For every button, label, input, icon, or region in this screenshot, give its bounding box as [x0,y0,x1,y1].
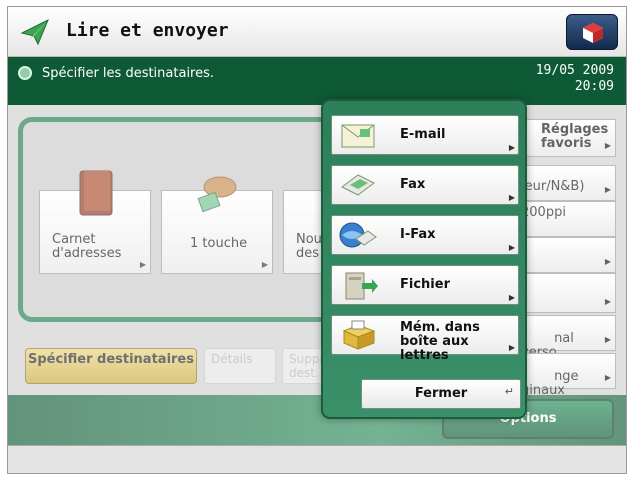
modal-overlay [8,105,626,445]
fax-label: Fax [400,177,426,192]
email-label: E-mail [400,127,446,142]
date-text: 19/05 2009 [535,63,614,78]
ifax-label: I-Fax [400,227,436,242]
close-label: Fermer [414,386,468,401]
file-label: Fichier [400,277,450,292]
info-bullet-icon [18,66,32,80]
new-destination-popup: E-mail ▶ Fax ▶ I-Fax ▶ Fichier ▶ Mém. da… [321,99,527,419]
system-monitor-button[interactable] [566,14,618,50]
status-bar [8,445,626,473]
email-icon [341,124,375,148]
arrow-icon: ▶ [508,343,515,352]
time-text: 20:09 [574,79,614,94]
popup-item-ifax[interactable]: I-Fax ▶ [331,215,519,255]
arrow-icon: ▶ [508,143,515,152]
mailbox-icon [342,320,376,350]
fax-icon [341,174,375,196]
mailbox-label: Mém. dans boîte aux lettres [400,320,480,363]
date-time: 19/05 2009 20:09 [536,63,614,95]
instruction-message: Spécifier les destinataires. [42,66,215,81]
ifax-icon [339,222,377,248]
paper-plane-icon [20,17,50,47]
info-bar: Spécifier les destinataires. 19/05 2009 … [8,57,626,105]
page-title: Lire et envoyer [66,20,229,41]
cube-icon [583,23,603,43]
return-icon: ↵ [504,385,514,398]
arrow-icon: ▶ [508,293,515,302]
popup-item-fax[interactable]: Fax ▶ [331,165,519,205]
touch-screen: Lire et envoyer Spécifier les destinatai… [7,6,627,474]
popup-item-mailbox[interactable]: Mém. dans boîte aux lettres ▶ [331,315,519,363]
file-server-icon [345,272,378,300]
popup-item-file[interactable]: Fichier ▶ [331,265,519,305]
arrow-icon: ▶ [508,193,515,202]
close-button[interactable]: Fermer ↵ [361,379,521,409]
title-bar: Lire et envoyer [8,7,626,57]
popup-item-email[interactable]: E-mail ▶ [331,115,519,155]
arrow-icon: ▶ [508,243,515,252]
